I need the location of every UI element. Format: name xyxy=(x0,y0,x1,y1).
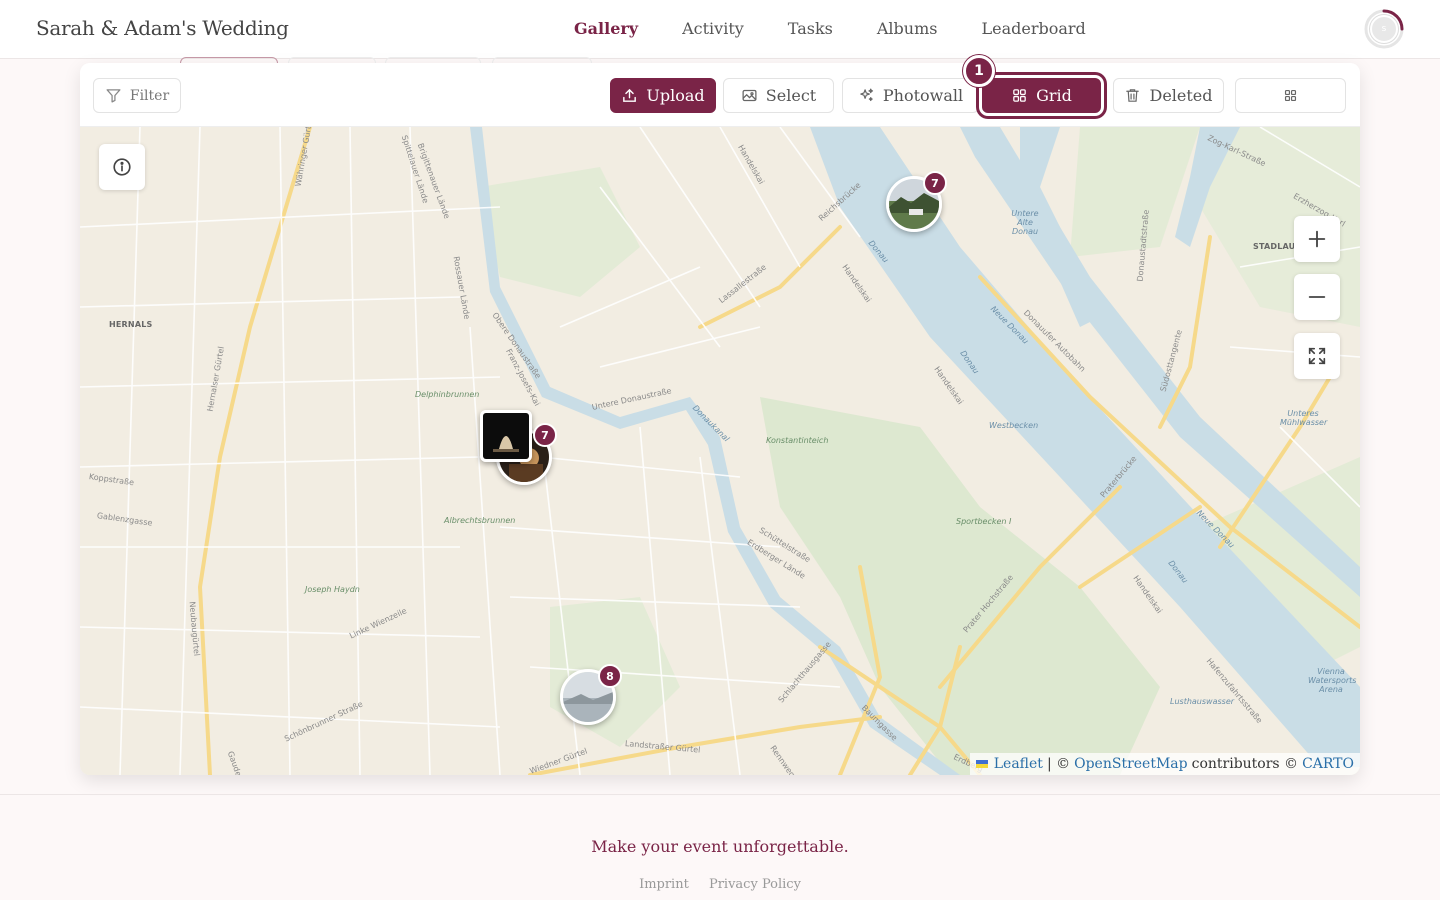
trash-icon xyxy=(1126,89,1140,102)
top-header: Sarah & Adam's Wedding Gallery Activity … xyxy=(0,0,1440,59)
attribution-separator: | © xyxy=(1046,756,1071,772)
upload-icon xyxy=(623,88,637,102)
upload-button[interactable]: Upload xyxy=(610,78,716,113)
grid-small-icon xyxy=(1284,89,1297,102)
map-label-hernals: HERNALS xyxy=(109,320,153,329)
nav-leaderboard[interactable]: Leaderboard xyxy=(981,19,1085,38)
openstreetmap-link[interactable]: OpenStreetMap xyxy=(1074,756,1188,772)
ukraine-flag-icon xyxy=(975,760,988,768)
user-avatar-button[interactable]: s xyxy=(1363,8,1405,50)
sparkles-icon xyxy=(860,88,873,102)
map-label-delphinbrunnen: Delphinbrunnen xyxy=(415,390,480,399)
imprint-link[interactable]: Imprint xyxy=(639,877,689,892)
map-label-untere-alte-donau: Untere Alte Donau xyxy=(1011,209,1039,236)
image-icon xyxy=(742,89,757,102)
map-label-unteres-muehlwasser: Unteres Mühlwasser xyxy=(1280,409,1328,427)
leaflet-link[interactable]: Leaflet xyxy=(994,756,1043,772)
select-button[interactable]: Select xyxy=(723,78,834,113)
map-label-stadlau: STADLAU xyxy=(1253,242,1296,251)
cluster-count-badge: 8 xyxy=(598,664,622,688)
view-toggle-button[interactable] xyxy=(1235,78,1346,113)
map-label-westbecken: Westbecken xyxy=(989,421,1039,430)
cluster-count-badge: 7 xyxy=(533,423,557,447)
grid-button[interactable]: Grid xyxy=(982,78,1101,113)
zoom-in-button[interactable] xyxy=(1294,216,1340,262)
map-info-button[interactable] xyxy=(99,144,145,190)
photo-map[interactable]: HERNALS STADLAU Delphinbrunnen Albrechts… xyxy=(80,127,1360,775)
map-label-joseph-haydn: Joseph Haydn xyxy=(305,585,360,594)
zoom-out-button[interactable] xyxy=(1294,274,1340,320)
map-label-vienna-watersports: Vienna Watersports Arena xyxy=(1308,667,1357,694)
map-label-lusthauswasser: Lusthauswasser xyxy=(1170,697,1235,706)
nav-tasks[interactable]: Tasks xyxy=(788,19,833,38)
nav-activity[interactable]: Activity xyxy=(682,19,744,38)
photowall-label: Photowall xyxy=(882,86,964,105)
nav-gallery[interactable]: Gallery xyxy=(574,19,638,38)
grid-label: Grid xyxy=(1036,86,1072,105)
cluster-count-badge: 7 xyxy=(923,171,947,195)
plus-icon xyxy=(1308,230,1326,248)
attribution-contributors: contributors © xyxy=(1191,756,1299,772)
carto-link[interactable]: CARTO xyxy=(1302,756,1354,772)
map-label-sportbecken: Sportbecken I xyxy=(956,517,1012,526)
map-label-albrechtsbrunnen: Albrechtsbrunnen xyxy=(444,516,516,525)
upload-label: Upload xyxy=(646,86,705,105)
avatar: s xyxy=(1370,15,1398,43)
nav-albums[interactable]: Albums xyxy=(877,19,938,38)
info-icon xyxy=(113,158,131,176)
photowall-button[interactable]: Photowall xyxy=(842,78,979,113)
select-label: Select xyxy=(765,86,817,105)
footer-tagline: Make your event unforgettable. xyxy=(591,837,849,856)
privacy-policy-link[interactable]: Privacy Policy xyxy=(709,877,801,892)
filter-button[interactable]: Filter xyxy=(93,78,181,113)
night-photo-thumbnail xyxy=(483,413,529,459)
grid-icon xyxy=(1013,89,1026,102)
cluster-top-photo[interactable] xyxy=(480,410,532,462)
footer-links: Imprint Privacy Policy xyxy=(0,877,1440,892)
footer-divider xyxy=(0,794,1440,795)
onboarding-step-badge: 1 xyxy=(963,55,995,87)
deleted-label: Deleted xyxy=(1149,86,1213,105)
map-tiles xyxy=(80,127,1360,775)
expand-icon xyxy=(1308,347,1326,365)
main-nav: Gallery Activity Tasks Albums Leaderboar… xyxy=(574,19,1130,38)
gallery-map-card: Filter Upload Select Photowall Grid Dele… xyxy=(80,63,1360,775)
site-title[interactable]: Sarah & Adam's Wedding xyxy=(36,16,289,40)
gallery-toolbar: Filter Upload Select Photowall Grid Dele… xyxy=(80,63,1360,127)
map-attribution: Leaflet | © OpenStreetMap contributors ©… xyxy=(969,753,1360,775)
filter-label: Filter xyxy=(129,87,170,104)
filter-icon xyxy=(106,89,121,103)
minus-icon xyxy=(1308,296,1326,298)
map-label-konstantinteich: Konstantinteich xyxy=(766,436,829,445)
fullscreen-button[interactable] xyxy=(1294,333,1340,379)
deleted-button[interactable]: Deleted xyxy=(1113,78,1224,113)
